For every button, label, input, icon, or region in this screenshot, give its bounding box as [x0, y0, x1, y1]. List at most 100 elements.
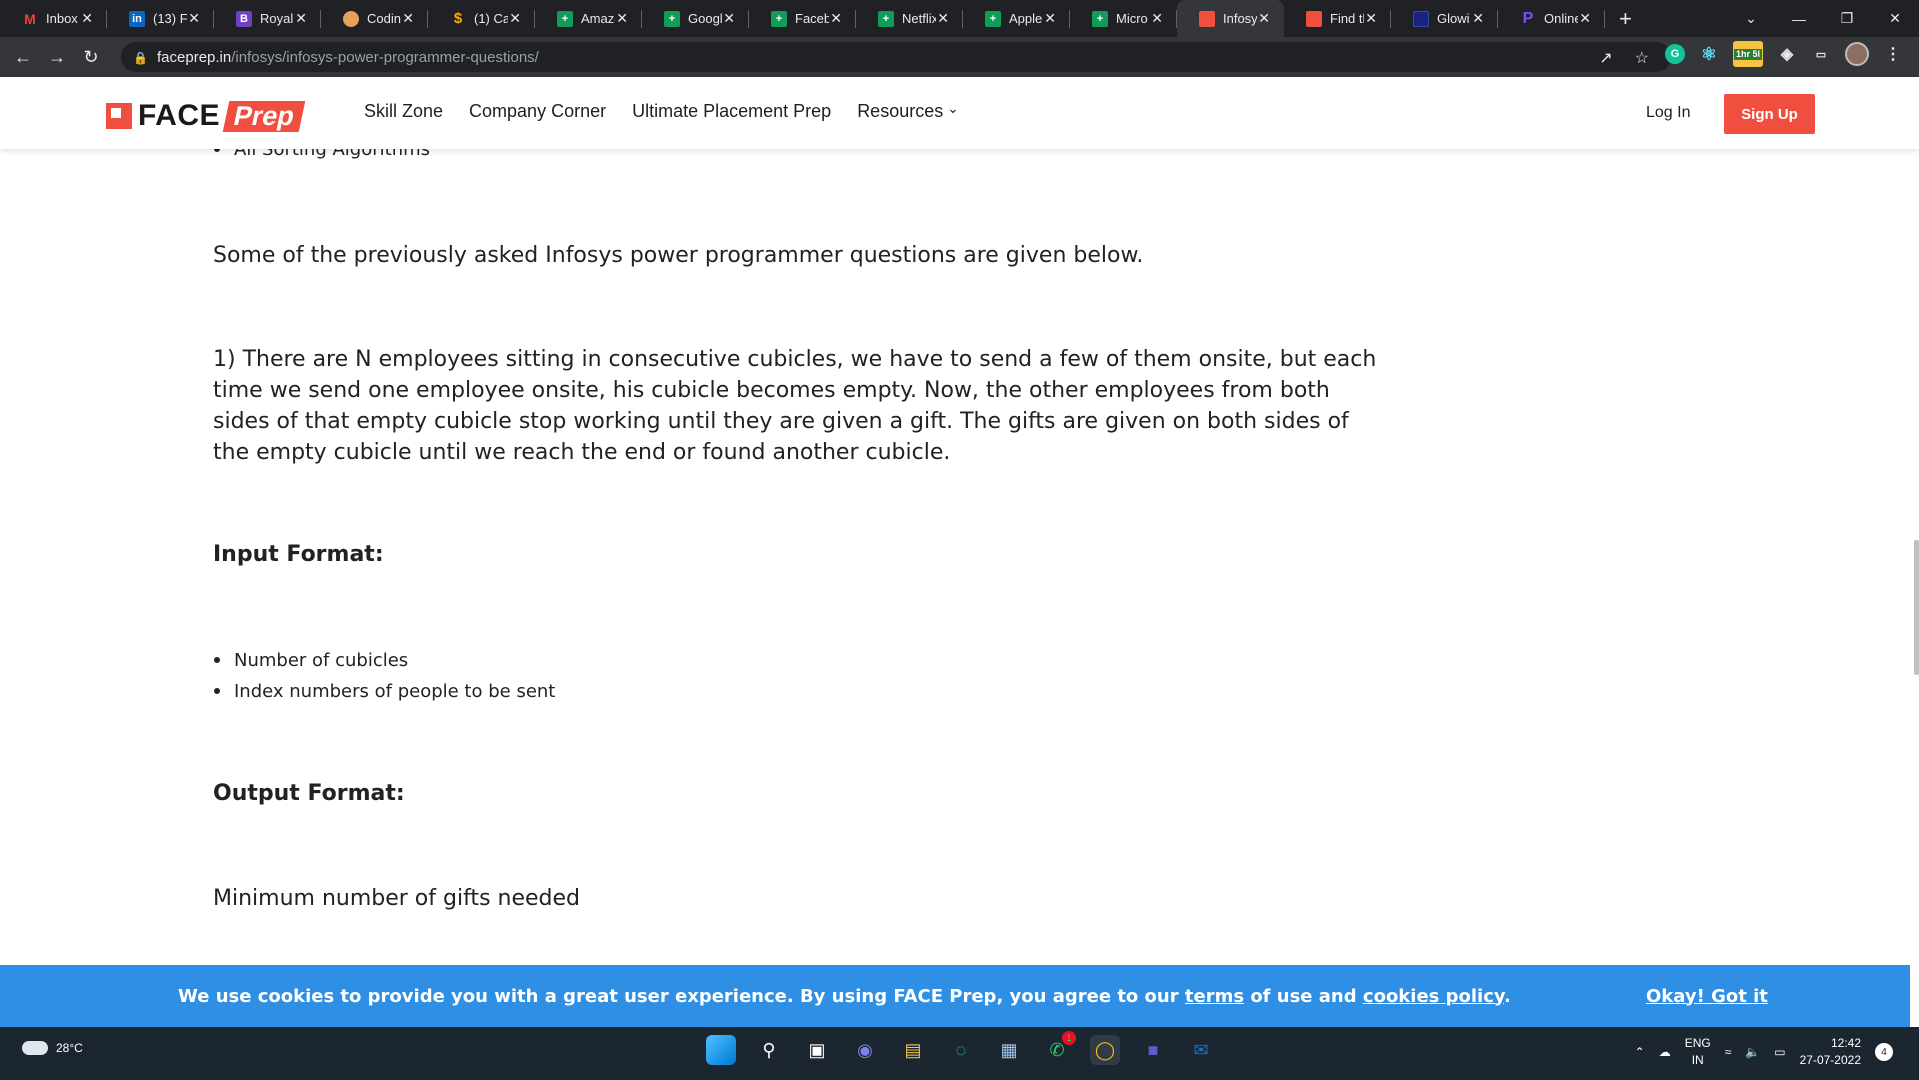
reload-icon[interactable]: ↻ [74, 47, 108, 68]
language-code: ENG [1684, 1036, 1711, 1050]
nav-ultimate-placement-prep[interactable]: Ultimate Placement Prep [632, 101, 831, 122]
clock[interactable]: 12:42 27-07-2022 [1800, 1035, 1861, 1069]
browser-tab[interactable]: Find th✕ [1284, 0, 1391, 37]
tab-label: (1) Ca [474, 11, 508, 26]
teams-icon[interactable]: ■ [1138, 1035, 1168, 1065]
tab-label: Amazo [581, 11, 615, 26]
task-view-icon[interactable]: ▣ [802, 1035, 832, 1065]
tab-close-icon[interactable]: ✕ [188, 10, 200, 27]
tab-close-icon[interactable]: ✕ [1258, 10, 1270, 27]
cookies-policy-link[interactable]: cookies policy [1363, 986, 1504, 1007]
profile-avatar[interactable] [1845, 42, 1869, 66]
nav-resources[interactable]: Resources [857, 101, 959, 122]
lock-icon[interactable]: 🔒 [133, 51, 148, 65]
tab-close-icon[interactable]: ✕ [616, 10, 628, 27]
question-1-text: 1) There are N employees sitting in cons… [213, 347, 1377, 465]
extensions-puzzle-icon[interactable]: ◈ [1777, 44, 1797, 64]
tray-chevron-icon[interactable]: ⌃ [1635, 1045, 1645, 1059]
chrome-menu-icon[interactable]: ⋮ [1883, 44, 1903, 64]
outlook-icon[interactable]: ✉ [1186, 1035, 1216, 1065]
battery-icon[interactable]: ▭ [1774, 1045, 1785, 1059]
browser-tab[interactable]: + Apple ✕ [963, 0, 1070, 37]
region-code: IN [1691, 1053, 1704, 1067]
page-scrollbar[interactable] [1914, 540, 1919, 675]
tab-close-icon[interactable]: ✕ [1044, 10, 1056, 27]
tab-close-icon[interactable]: ✕ [509, 10, 521, 27]
timer-extension-icon[interactable]: 1hr 5l [1733, 41, 1763, 67]
cookie-accept-button[interactable]: Okay! Got it [1646, 986, 1768, 1007]
volume-icon[interactable]: 🔈 [1745, 1045, 1760, 1059]
tab-close-icon[interactable]: ✕ [1365, 10, 1377, 27]
tab-label: Netflix [902, 11, 936, 26]
tab-close-icon[interactable]: ✕ [723, 10, 735, 27]
logo-face-text: FACE [138, 99, 221, 132]
address-bar[interactable]: 🔒 faceprep.in /infosys/infosys-power-pro… [121, 42, 1671, 72]
tab-close-icon[interactable]: ✕ [1472, 10, 1484, 27]
tab-close-icon[interactable]: ✕ [830, 10, 842, 27]
input-format-heading: Input Format: [213, 542, 384, 567]
whatsapp-icon[interactable]: ✆ 1 [1042, 1031, 1076, 1065]
bookmark-star-icon[interactable]: ☆ [1635, 48, 1649, 68]
browser-tab[interactable]: M Inbox ✕ [0, 0, 107, 37]
side-panel-icon[interactable]: ▭ [1811, 44, 1831, 64]
browser-tab[interactable]: Infosy ✕ [1177, 0, 1284, 37]
browser-tab[interactable]: Codin ✕ [321, 0, 428, 37]
notification-count[interactable]: 4 [1875, 1043, 1893, 1061]
back-icon[interactable]: ← [6, 47, 40, 68]
sheets-icon: + [664, 10, 680, 27]
chrome-icon[interactable]: ◯ [1090, 1035, 1120, 1065]
browser-tab[interactable]: P Online ✕ [1498, 0, 1605, 37]
browser-tab[interactable]: + Faceb ✕ [749, 0, 856, 37]
tab-label: Find th [1330, 11, 1364, 26]
browser-tab[interactable]: $ (1) Ca ✕ [428, 0, 535, 37]
start-icon[interactable] [706, 1035, 736, 1065]
tab-label: Royal [260, 11, 294, 26]
tab-close-icon[interactable]: ✕ [1151, 10, 1163, 27]
teams-chat-icon[interactable]: ◉ [850, 1035, 880, 1065]
browser-tab[interactable]: + Amazo✕ [535, 0, 642, 37]
forward-icon[interactable]: → [40, 47, 74, 68]
language-indicator[interactable]: ENG IN [1685, 1035, 1711, 1069]
tab-close-icon[interactable]: ✕ [81, 10, 93, 27]
signup-button[interactable]: Sign Up [1724, 94, 1815, 134]
tab-close-icon[interactable]: ✕ [402, 10, 414, 27]
browser-tab[interactable]: B Royal ✕ [214, 0, 321, 37]
browser-tab[interactable]: + Netflix ✕ [856, 0, 963, 37]
photos-icon[interactable]: ▦ [994, 1035, 1024, 1065]
login-link[interactable]: Log In [1646, 104, 1690, 122]
browser-tab[interactable]: Glowi ✕ [1391, 0, 1498, 37]
file-explorer-icon[interactable]: ▤ [898, 1035, 928, 1065]
grammarly-icon[interactable]: G [1665, 44, 1685, 64]
url-path: /infosys/infosys-power-programmer-questi… [231, 48, 539, 66]
tab-search-icon[interactable]: ⌄ [1727, 10, 1775, 27]
new-tab-button[interactable]: + [1619, 6, 1632, 32]
onedrive-cloud-icon[interactable]: ☁ [1659, 1045, 1671, 1059]
timer-extension-label: 1hr 5l [1733, 48, 1762, 60]
clock-time: 12:42 [1830, 1036, 1861, 1050]
restore-icon[interactable]: ❐ [1823, 10, 1871, 27]
faceprep-logo[interactable]: FACE Prep [106, 99, 306, 133]
tab-close-icon[interactable]: ✕ [295, 10, 307, 27]
browser-tab[interactable]: + Micro ✕ [1070, 0, 1177, 37]
terms-link[interactable]: terms [1185, 986, 1244, 1007]
weather-widget[interactable]: 28°C [22, 1041, 83, 1055]
close-window-icon[interactable]: ✕ [1871, 10, 1919, 27]
share-icon[interactable]: ↗ [1599, 48, 1612, 68]
tab-label: Googl [688, 11, 722, 26]
tab-label: Codin [367, 11, 401, 26]
browser-tab[interactable]: + Googl ✕ [642, 0, 749, 37]
tab-close-icon[interactable]: ✕ [937, 10, 949, 27]
cookie-text-2: of use and [1244, 985, 1363, 1007]
tab-close-icon[interactable]: ✕ [1579, 10, 1591, 27]
output-format-heading: Output Format: [213, 781, 405, 806]
sheets-icon: + [771, 10, 787, 27]
nav-company-corner[interactable]: Company Corner [469, 101, 606, 122]
search-icon[interactable]: ⚲ [754, 1035, 784, 1065]
browser-tab[interactable]: in (13) Fe✕ [107, 0, 214, 37]
sheets-icon: + [878, 10, 894, 27]
wifi-icon[interactable]: ≈ [1725, 1045, 1732, 1059]
react-devtools-icon[interactable]: ⚛ [1699, 44, 1719, 64]
edge-icon[interactable]: ◌ [946, 1035, 976, 1065]
nav-skill-zone[interactable]: Skill Zone [364, 101, 443, 122]
minimize-icon[interactable]: — [1775, 11, 1823, 27]
